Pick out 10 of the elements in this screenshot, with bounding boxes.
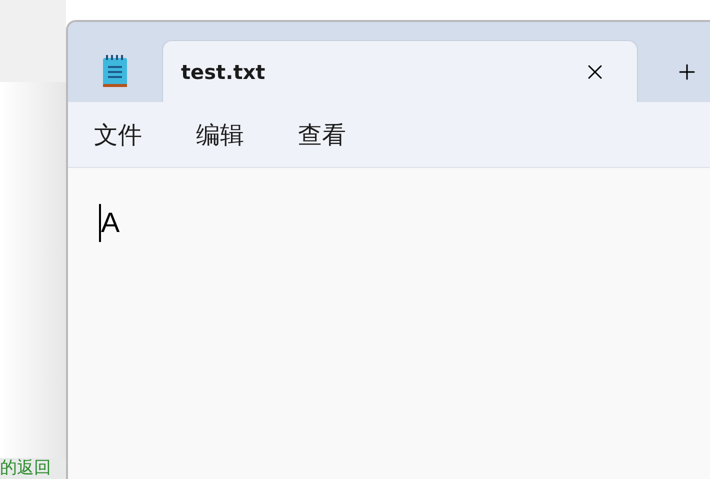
- menu-item[interactable]: 查看: [298, 116, 346, 152]
- menu-item[interactable]: 文件: [94, 116, 142, 152]
- editor-text: A: [101, 206, 120, 240]
- tab-title: test.txt: [181, 58, 266, 86]
- text-editor[interactable]: A: [68, 168, 710, 479]
- tab[interactable]: test.txt: [162, 40, 638, 102]
- background-text: 的返回: [0, 458, 66, 479]
- text-cursor: [99, 204, 101, 242]
- menu-item[interactable]: 编辑: [196, 116, 244, 152]
- notepad-icon: [102, 55, 128, 89]
